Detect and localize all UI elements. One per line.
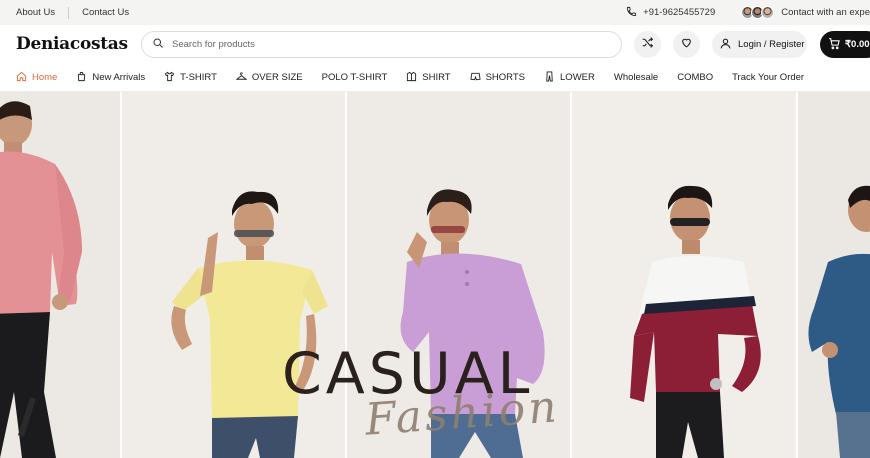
nav-item-home[interactable]: Home xyxy=(16,71,57,85)
contact-expert-link[interactable]: Contact with an expe xyxy=(781,7,870,18)
heart-icon xyxy=(680,36,693,54)
nav-item-polo-tshirt[interactable]: POLO T-SHIRT xyxy=(322,72,388,83)
user-icon xyxy=(719,37,732,53)
model-pink-sweater-image xyxy=(0,101,82,458)
main-header: Deniacostas Login / Register ₹0.00 xyxy=(0,25,870,64)
avatar xyxy=(761,6,775,19)
hanger-icon xyxy=(235,71,248,85)
login-label: Login / Register xyxy=(738,39,805,50)
tshirt-icon xyxy=(164,71,175,85)
home-icon xyxy=(16,71,27,85)
nav-item-shorts[interactable]: SHORTS xyxy=(469,71,526,85)
login-register-button[interactable]: Login / Register xyxy=(712,31,807,58)
bag-icon xyxy=(76,71,87,85)
hero-banner[interactable]: CASUAL Fashion xyxy=(0,92,870,458)
shuffle-icon xyxy=(641,36,654,54)
trousers-icon xyxy=(544,70,555,85)
divider xyxy=(68,6,70,19)
about-us-link[interactable]: About Us xyxy=(16,7,55,18)
phone-number: +91-9625455729 xyxy=(643,7,716,18)
nav-item-lower[interactable]: LOWER xyxy=(544,70,595,85)
main-navigation: Home New Arrivals T-SHIRT OVER SIZE POLO… xyxy=(0,64,870,92)
compare-button[interactable] xyxy=(634,31,661,58)
cart-button[interactable]: ₹0.00 xyxy=(820,31,870,58)
search-icon xyxy=(152,36,172,54)
nav-item-label: Home xyxy=(32,72,58,83)
hero-model-panel xyxy=(570,92,796,458)
cart-total: ₹0.00 xyxy=(845,39,870,50)
search-bar[interactable] xyxy=(141,31,622,58)
model-colorblock-tshirt-image xyxy=(630,185,761,458)
nav-item-label: New Arrivals xyxy=(92,72,146,83)
nav-item-label: LOWER xyxy=(560,72,595,83)
wishlist-button[interactable] xyxy=(673,31,700,58)
phone-icon xyxy=(626,6,637,20)
nav-item-combo[interactable]: COMBO xyxy=(677,72,713,83)
search-input[interactable] xyxy=(172,39,572,50)
nav-item-shirt[interactable]: SHIRT xyxy=(406,71,451,85)
nav-item-track-order[interactable]: Track Your Order xyxy=(732,72,804,83)
cart-icon xyxy=(828,37,841,53)
model-blue-sweater-image xyxy=(808,185,870,458)
nav-item-label: SHIRT xyxy=(422,72,451,83)
top-bar: About Us Contact Us +91-9625455729 Conta… xyxy=(0,0,870,25)
shorts-icon xyxy=(469,71,481,85)
shirt-icon xyxy=(406,71,417,85)
nav-item-wholesale[interactable]: Wholesale xyxy=(614,72,658,83)
phone-contact[interactable]: +91-9625455729 xyxy=(626,6,715,20)
expert-avatars xyxy=(741,6,775,19)
nav-item-new-arrivals[interactable]: New Arrivals xyxy=(76,71,145,85)
hero-subtitle: Fashion xyxy=(363,381,562,446)
hero-model-panel xyxy=(796,92,870,458)
nav-item-label: COMBO xyxy=(677,72,714,83)
nav-item-label: T-SHIRT xyxy=(180,72,217,83)
nav-item-label: POLO T-SHIRT xyxy=(321,72,388,83)
nav-item-label: Wholesale xyxy=(613,72,659,83)
contact-us-link[interactable]: Contact Us xyxy=(82,7,129,18)
nav-item-label: Track Your Order xyxy=(732,72,805,83)
nav-item-over-size[interactable]: OVER SIZE xyxy=(235,71,303,85)
nav-item-tshirt[interactable]: T-SHIRT xyxy=(164,71,217,85)
site-logo[interactable]: Deniacostas xyxy=(16,34,128,54)
nav-item-label: OVER SIZE xyxy=(251,72,303,83)
nav-item-label: SHORTS xyxy=(485,72,526,83)
hero-model-panel xyxy=(0,92,120,458)
